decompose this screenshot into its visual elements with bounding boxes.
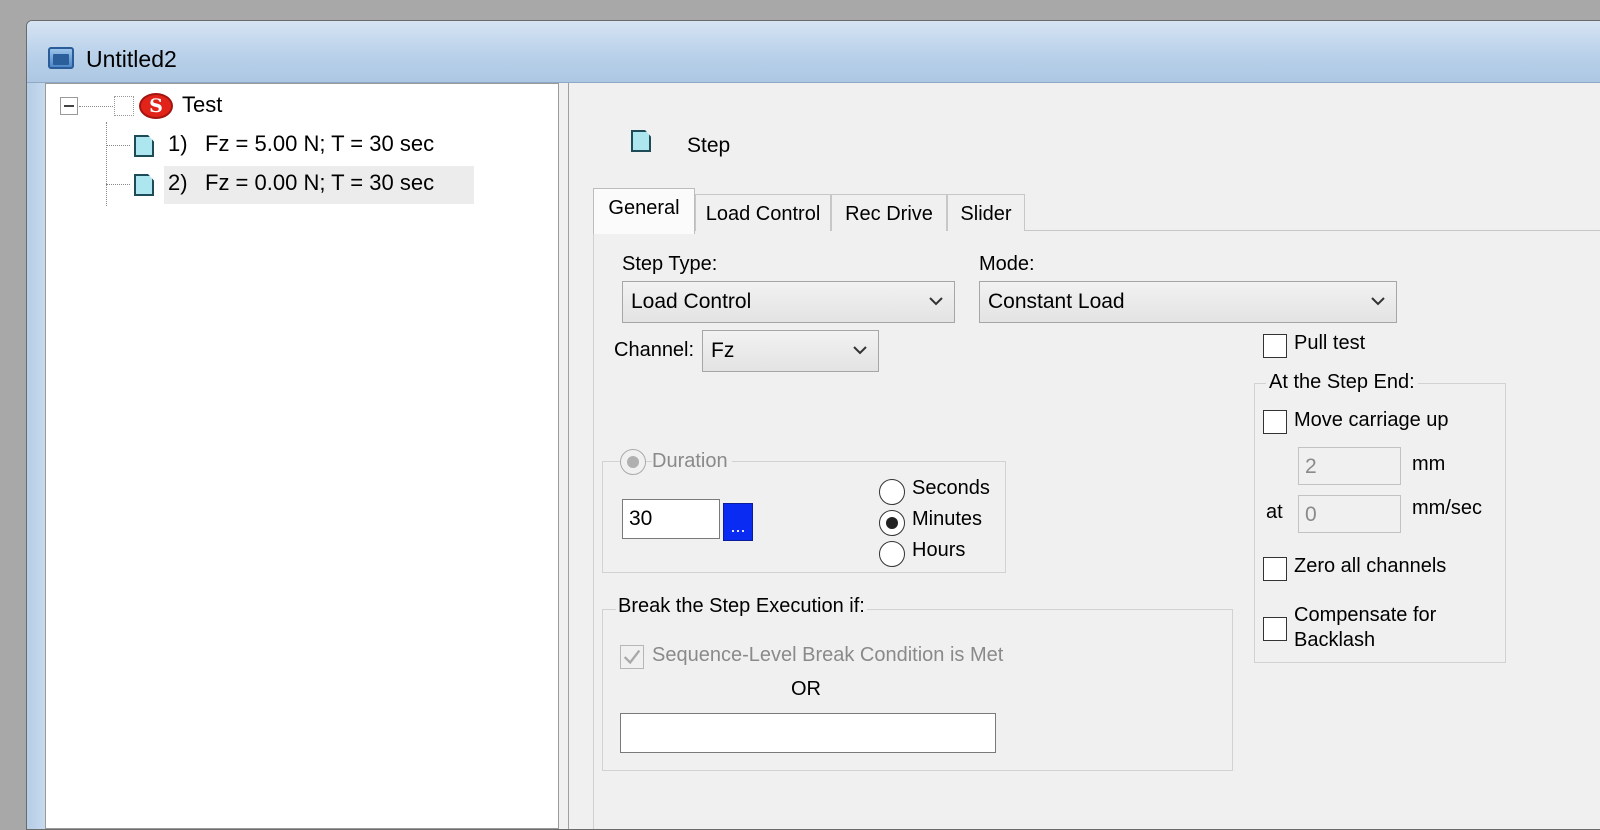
step-end-label: At the Step End:: [1266, 371, 1418, 394]
tab-slider[interactable]: Slider: [947, 194, 1025, 234]
tree-item-label: Fz = 5.00 N; T = 30 sec: [205, 131, 435, 156]
unit-seconds-radio[interactable]: [879, 479, 905, 505]
window-frame-left: [27, 83, 45, 829]
general-tab-panel: Step Type: Load Control Mode: Constant L…: [593, 231, 1600, 829]
unit-minutes-label: Minutes: [912, 508, 983, 530]
window-app-icon: [48, 47, 74, 69]
step-type-value: Load Control: [631, 290, 752, 313]
mode-dropdown[interactable]: Constant Load: [979, 281, 1397, 323]
unit-seconds-label: Seconds: [912, 477, 990, 499]
chevron-down-icon: [1371, 297, 1385, 306]
check-icon: [623, 649, 641, 665]
mode-label: Mode:: [979, 253, 1035, 275]
window-title: Untitled2: [86, 46, 177, 72]
carriage-speed-input[interactable]: 0: [1298, 495, 1401, 533]
sequence-s-icon: S: [139, 93, 173, 119]
tree-item-index: 1): [168, 131, 188, 156]
duration-radio[interactable]: [620, 449, 646, 475]
zero-channels-checkbox[interactable]: [1263, 557, 1287, 581]
move-carriage-label: Move carriage up: [1294, 409, 1449, 431]
tree-connector: [106, 145, 130, 146]
tree-connector: [106, 184, 130, 185]
break-condition-label: Break the Step Execution if:: [616, 595, 867, 618]
channel-label: Channel:: [614, 339, 695, 361]
chevron-down-icon: [853, 346, 867, 355]
step-document-icon: [134, 135, 154, 157]
at-label: at: [1266, 501, 1283, 523]
tab-rec-drive[interactable]: Rec Drive: [831, 194, 947, 234]
tree-connector: [79, 106, 113, 107]
unit-hours-radio[interactable]: [879, 541, 905, 567]
carriage-distance-input[interactable]: 2: [1298, 447, 1401, 485]
break-condition-input[interactable]: [620, 713, 996, 753]
tree-root-label[interactable]: Test: [182, 92, 222, 118]
tab-general[interactable]: General: [593, 188, 695, 234]
tree-item-index: 2): [168, 170, 188, 195]
pull-test-checkbox[interactable]: [1263, 334, 1287, 358]
compensate-backlash-checkbox[interactable]: [1263, 617, 1287, 641]
tree-connector: [106, 122, 107, 206]
chevron-down-icon: [929, 297, 943, 306]
step-header-title: Step: [687, 134, 731, 157]
step-document-icon: [134, 174, 154, 196]
duration-input[interactable]: 30: [622, 499, 720, 539]
speed-unit-label: mm/sec: [1412, 497, 1482, 519]
sequence-break-label: Sequence-Level Break Condition is Met: [652, 644, 1004, 666]
mode-value: Constant Load: [988, 290, 1125, 313]
move-carriage-checkbox[interactable]: [1263, 410, 1287, 434]
channel-value: Fz: [711, 339, 735, 362]
tree-checkbox[interactable]: [114, 96, 134, 116]
unit-hours-label: Hours: [912, 539, 966, 561]
collapse-toggle-icon[interactable]: [60, 97, 78, 115]
distance-unit-label: mm: [1412, 453, 1446, 475]
app-window: Untitled2 S Test 1) Fz = 5.00 N; T = 30 …: [26, 20, 1600, 830]
step-document-icon: [631, 130, 651, 152]
duration-browse-button[interactable]: ...: [723, 503, 753, 541]
pull-test-label: Pull test: [1294, 332, 1366, 354]
compensate-label-line2: Backlash: [1294, 629, 1376, 651]
zero-channels-label: Zero all channels: [1294, 555, 1447, 577]
tree-pane: S Test 1) Fz = 5.00 N; T = 30 sec 2) Fz …: [45, 83, 559, 829]
sequence-break-checkbox[interactable]: [620, 645, 644, 669]
step-type-label: Step Type:: [622, 253, 718, 275]
compensate-label-line1: Compensate for: [1294, 604, 1437, 626]
step-editor-pane: Step General Load Control Rec Drive Slid…: [569, 83, 1600, 829]
unit-minutes-radio[interactable]: [879, 510, 905, 536]
channel-dropdown[interactable]: Fz: [702, 330, 879, 372]
tab-load-control[interactable]: Load Control: [695, 194, 831, 234]
step-type-dropdown[interactable]: Load Control: [622, 281, 955, 323]
pane-splitter[interactable]: [559, 83, 569, 829]
or-label: OR: [791, 678, 821, 700]
tree-item-label: Fz = 0.00 N; T = 30 sec: [205, 170, 435, 195]
title-bar[interactable]: Untitled2: [27, 21, 1600, 83]
duration-label: Duration: [652, 450, 732, 473]
